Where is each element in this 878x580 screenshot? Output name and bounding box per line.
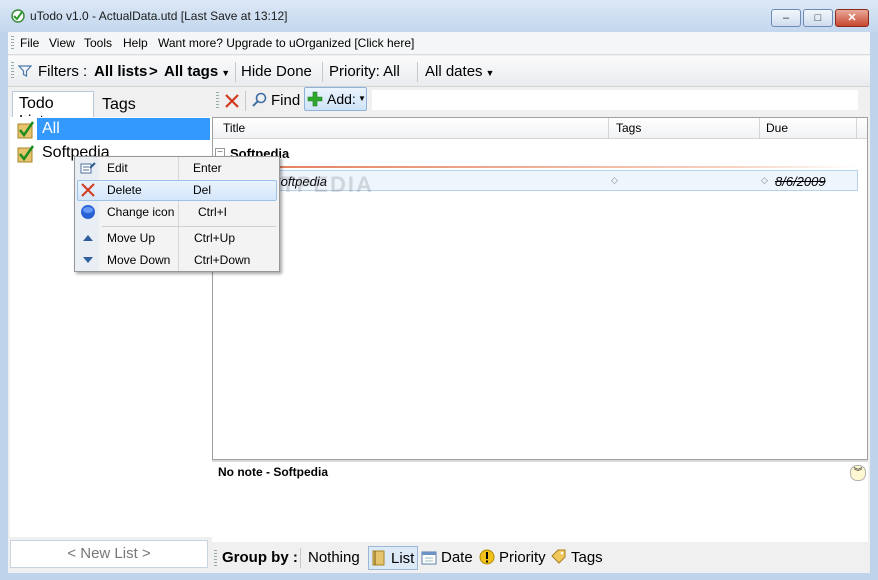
add-label: Add: (327, 91, 356, 107)
ctx-shortcut: Enter (193, 161, 222, 175)
ctx-move-up[interactable]: Move Up Ctrl+Up (76, 227, 278, 249)
task-due-date: 8/6/2009 (775, 174, 826, 189)
list-item-all[interactable]: All (10, 118, 210, 140)
delete-icon[interactable] (224, 93, 240, 109)
ctx-shortcut: Del (193, 183, 212, 197)
filter-icon (18, 65, 32, 77)
toolbar-separator (417, 62, 418, 82)
ctx-change-icon[interactable]: Change icon Ctrl+I (76, 201, 278, 223)
task-grid[interactable] (212, 117, 868, 460)
delete-icon (81, 183, 95, 197)
toolbar-grip[interactable] (11, 62, 14, 80)
menu-bar: File View Tools Help Want more? Upgrade … (8, 32, 870, 55)
toolbar-separator (235, 62, 236, 82)
column-tags[interactable]: Tags (616, 121, 641, 135)
column-divider[interactable] (759, 118, 760, 138)
arrow-up-icon (83, 235, 93, 241)
group-divider (228, 166, 858, 168)
checklist-icon (17, 121, 35, 139)
selection-highlight (37, 118, 210, 140)
collapse-notes-icon[interactable]: ︾ (850, 465, 866, 481)
ctx-edit[interactable]: Edit Enter (76, 157, 278, 179)
ctx-shortcut: Ctrl+Down (194, 253, 251, 267)
minimize-button[interactable]: – (771, 9, 801, 27)
group-by-nothing[interactable]: Nothing (308, 549, 360, 566)
toolbar-grip[interactable] (214, 550, 217, 566)
close-button[interactable]: ✕ (835, 9, 869, 27)
chevron-down-icon: ▼ (221, 68, 231, 78)
filter-toolbar: Filters : All lists > All tags ▼ Hide Don… (8, 56, 870, 87)
toolbar-separator (322, 62, 323, 82)
toolbar-separator (300, 548, 301, 568)
ctx-label: Delete (107, 183, 142, 197)
find-button[interactable]: Find (271, 92, 300, 114)
hide-done-button[interactable]: Hide Done (241, 63, 312, 80)
edit-icon (80, 162, 96, 174)
chevron-down-icon: ▼ (485, 68, 495, 78)
list-label: All (42, 120, 60, 137)
tag-icon (551, 549, 566, 564)
list-book-icon (372, 550, 385, 566)
priority-filter-dropdown[interactable]: Priority: All (329, 63, 400, 80)
filter-tags-label: All tags (164, 63, 219, 80)
group-by-label: Group by : (222, 549, 298, 566)
toolbar-separator (245, 91, 246, 111)
menu-file[interactable]: File (20, 36, 39, 50)
menu-grip[interactable] (11, 36, 14, 50)
tags-diamond-icon: ◇ (611, 175, 618, 185)
add-button[interactable]: Add: ▼ (304, 87, 367, 111)
column-due[interactable]: Due (766, 121, 788, 135)
calendar-icon (421, 551, 437, 565)
ctx-delete[interactable]: Delete Del (76, 179, 278, 201)
filter-lists-dropdown[interactable]: All lists (94, 63, 147, 80)
priority-icon (479, 549, 495, 565)
group-by-date[interactable]: Date (441, 549, 473, 566)
menu-help[interactable]: Help (123, 36, 148, 50)
group-by-list[interactable]: List (368, 546, 418, 570)
ctx-move-down[interactable]: Move Down Ctrl+Down (76, 249, 278, 271)
ctx-label: Change icon (107, 205, 175, 219)
menu-upgrade-link[interactable]: Want more? Upgrade to uOrganized [Click … (158, 36, 414, 50)
note-text: No note - Softpedia (218, 465, 328, 479)
grid-header: Title Tags Due (213, 118, 867, 139)
arrow-down-icon (83, 257, 93, 263)
menu-view[interactable]: View (49, 36, 75, 50)
chevron-down-icon: ▼ (358, 94, 366, 103)
group-by-tags[interactable]: Tags (571, 549, 603, 566)
column-divider[interactable] (856, 118, 857, 138)
tab-todo-lists[interactable]: Todo Lists (12, 91, 94, 130)
ctx-shortcut: Ctrl+Up (194, 231, 236, 245)
ctx-label: Edit (107, 161, 128, 175)
app-icon (11, 9, 25, 23)
column-divider[interactable] (608, 118, 609, 138)
menu-tools[interactable]: Tools (84, 36, 112, 50)
column-title[interactable]: Title (223, 121, 245, 135)
ctx-label: Move Down (107, 253, 171, 267)
toolbar-grip[interactable] (216, 92, 219, 110)
checklist-icon (17, 145, 35, 163)
plus-icon (307, 91, 323, 107)
search-icon (252, 92, 267, 107)
maximize-button[interactable]: □ (803, 9, 833, 27)
due-diamond-icon: ◇ (761, 175, 768, 185)
change-icon-globe-icon (81, 205, 95, 219)
new-list-button[interactable]: < New List > (10, 540, 208, 568)
filters-label: Filters : (38, 63, 88, 80)
dates-filter-dropdown[interactable]: All dates ▼ (425, 63, 494, 80)
find-field[interactable] (372, 90, 858, 110)
window-title: uTodo v1.0 - ActualData.utd [Last Save a… (30, 9, 288, 23)
group-by-list-label: List (391, 550, 415, 567)
tab-tags[interactable]: Tags (96, 93, 150, 117)
group-by-priority[interactable]: Priority (499, 549, 546, 566)
ctx-label: Move Up (107, 231, 156, 245)
filter-path-arrow: > (149, 63, 158, 80)
dates-filter-label: All dates (425, 63, 483, 80)
filter-tags-dropdown[interactable]: All tags ▼ (164, 63, 230, 80)
ctx-shortcut: Ctrl+I (198, 205, 228, 219)
